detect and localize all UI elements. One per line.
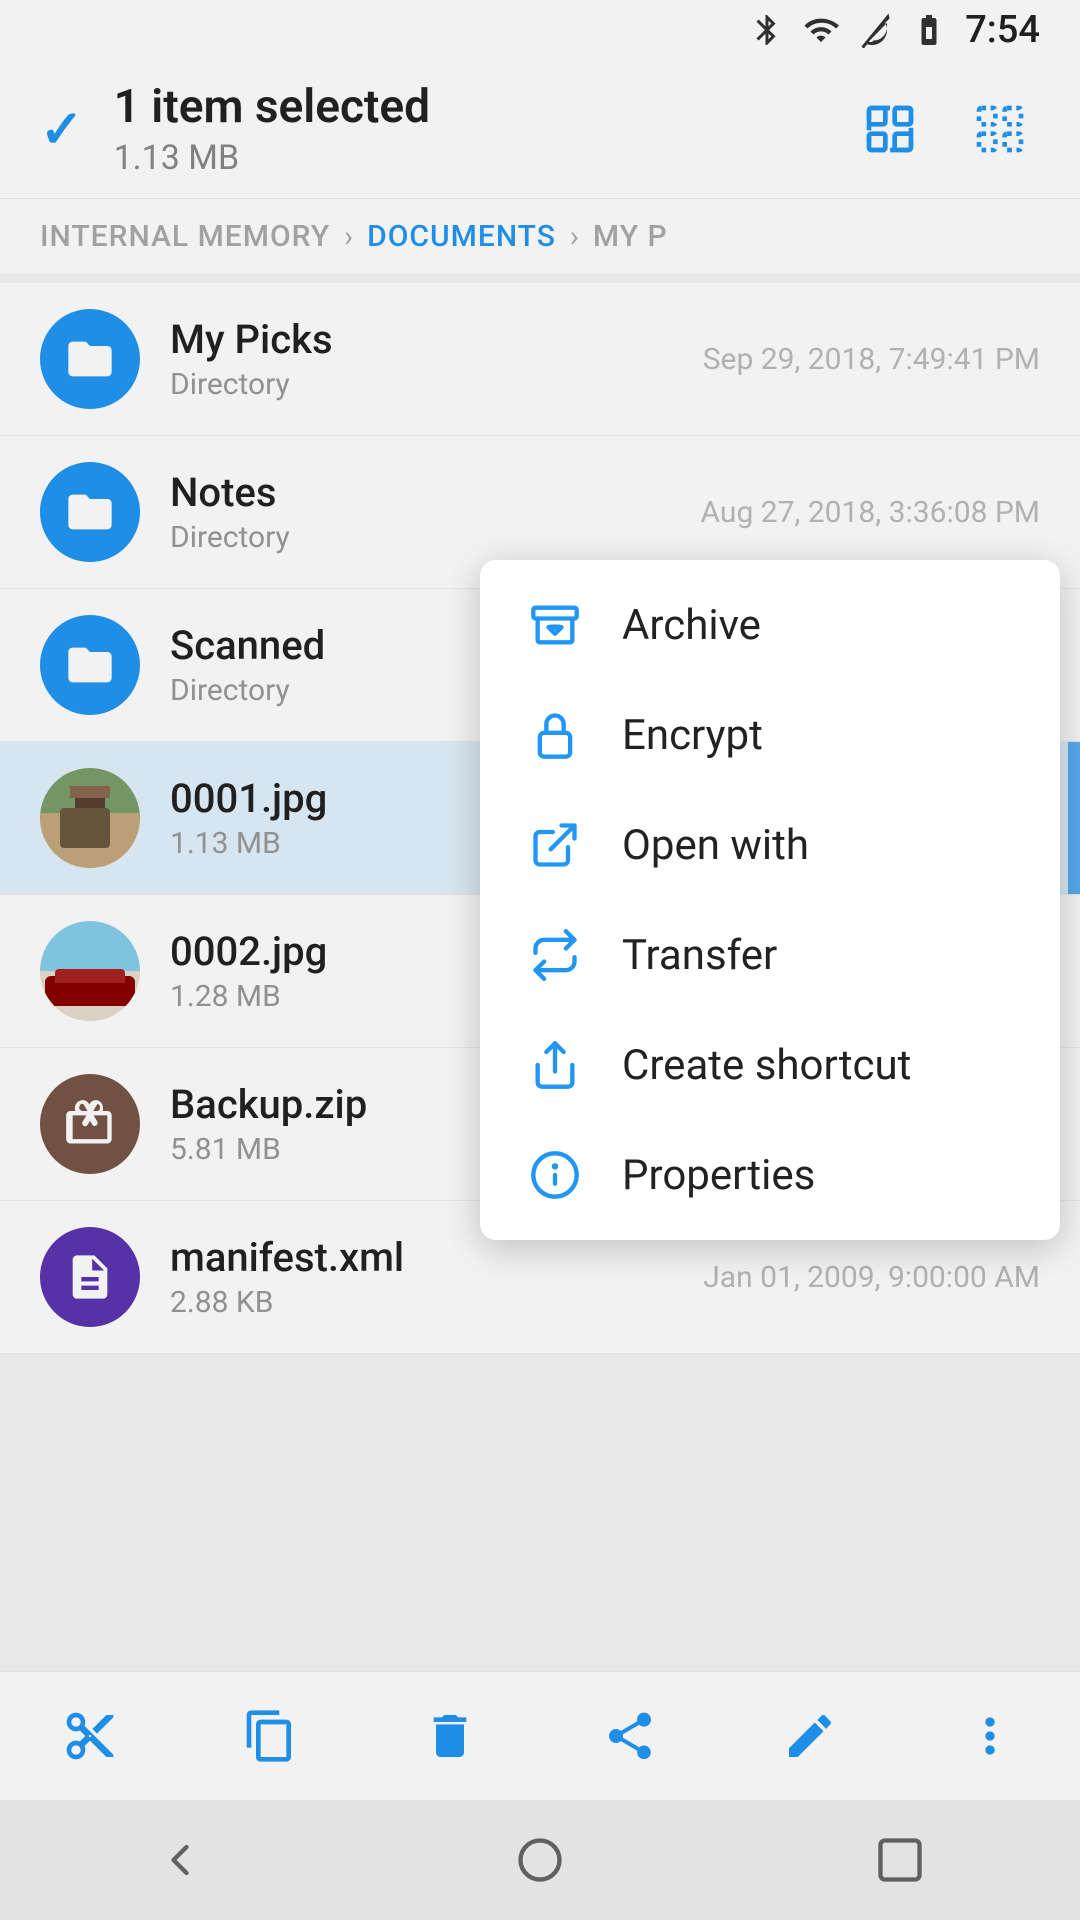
- folder-avatar-scanned: [40, 615, 140, 715]
- wifi-icon: [803, 12, 839, 48]
- file-meta: Directory: [170, 367, 703, 402]
- header-title: 1 item selected: [114, 80, 430, 134]
- header-info: 1 item selected 1.13 MB: [114, 80, 430, 178]
- file-date: Aug 27, 2018, 3:36:08 PM: [701, 495, 1040, 530]
- menu-label-transfer: Transfer: [622, 931, 777, 980]
- cut-button[interactable]: [50, 1696, 130, 1776]
- file-name: My Picks: [170, 316, 703, 363]
- menu-item-archive[interactable]: Archive: [480, 570, 1060, 680]
- file-date: Sep 29, 2018, 7:49:41 PM: [703, 342, 1040, 377]
- menu-label-encrypt: Encrypt: [622, 711, 763, 760]
- header-subtitle: 1.13 MB: [114, 138, 430, 178]
- header-left: ✓ 1 item selected 1.13 MB: [40, 80, 430, 178]
- nav-bar: [0, 1800, 1080, 1920]
- openwith-icon: [528, 818, 582, 872]
- menu-item-properties[interactable]: Properties: [480, 1120, 1060, 1230]
- share-button[interactable]: [590, 1696, 670, 1776]
- header: ✓ 1 item selected 1.13 MB: [0, 60, 1080, 199]
- breadcrumb-internal-memory[interactable]: INTERNAL MEMORY: [40, 219, 330, 254]
- file-info-notes: Notes Directory: [170, 469, 701, 555]
- breadcrumb-arrow-2: ›: [570, 219, 579, 254]
- checkmark-icon: ✓: [40, 99, 84, 160]
- context-menu: Archive Encrypt Open with: [480, 560, 1060, 1240]
- select-all-button[interactable]: [850, 89, 930, 169]
- file-meta: 2.88 KB: [170, 1285, 703, 1320]
- rename-button[interactable]: [770, 1696, 850, 1776]
- status-icons: 7:54: [749, 8, 1040, 52]
- header-actions: [850, 89, 1040, 169]
- bottom-toolbar: [0, 1671, 1080, 1800]
- copy-button[interactable]: [230, 1696, 310, 1776]
- file-meta: Directory: [170, 520, 701, 555]
- menu-item-createshortcut[interactable]: Create shortcut: [480, 1010, 1060, 1120]
- status-time: 7:54: [965, 8, 1040, 52]
- info-icon: [528, 1148, 582, 1202]
- breadcrumb: INTERNAL MEMORY › DOCUMENTS › MY P: [0, 199, 1080, 275]
- menu-label-createshortcut: Create shortcut: [622, 1041, 911, 1090]
- menu-label-archive: Archive: [622, 601, 761, 650]
- recents-button[interactable]: [840, 1820, 960, 1900]
- signal-icon: [857, 12, 893, 48]
- status-bar: 7:54: [0, 0, 1080, 60]
- select-none-button[interactable]: [960, 89, 1040, 169]
- archive-avatar-backup: [40, 1074, 140, 1174]
- file-date: Jan 01, 2009, 9:00:00 AM: [703, 1260, 1040, 1295]
- file-name: Notes: [170, 469, 701, 516]
- breadcrumb-arrow-1: ›: [344, 219, 353, 254]
- file-name: manifest.xml: [170, 1234, 703, 1281]
- archive-icon: [528, 598, 582, 652]
- bluetooth-icon: [749, 12, 785, 48]
- file-thumbnail-0002: [40, 921, 140, 1021]
- list-item[interactable]: My Picks Directory Sep 29, 2018, 7:49:41…: [0, 283, 1080, 436]
- breadcrumb-documents[interactable]: DOCUMENTS: [367, 219, 556, 254]
- shortcut-icon: [528, 1038, 582, 1092]
- file-info-manifest: manifest.xml 2.88 KB: [170, 1234, 703, 1320]
- menu-item-transfer[interactable]: Transfer: [480, 900, 1060, 1010]
- more-button[interactable]: [950, 1696, 1030, 1776]
- lock-icon: [528, 708, 582, 762]
- file-thumbnail-0001: [40, 768, 140, 868]
- menu-label-openwith: Open with: [622, 821, 809, 870]
- transfer-icon: [528, 928, 582, 982]
- folder-avatar-mypicks: [40, 309, 140, 409]
- home-button[interactable]: [480, 1820, 600, 1900]
- document-avatar-manifest: [40, 1227, 140, 1327]
- breadcrumb-myp: MY P: [593, 219, 668, 254]
- menu-label-properties: Properties: [622, 1151, 815, 1200]
- battery-icon: [911, 12, 947, 48]
- folder-avatar-notes: [40, 462, 140, 562]
- file-info-mypicks: My Picks Directory: [170, 316, 703, 402]
- back-button[interactable]: [120, 1820, 240, 1900]
- delete-button[interactable]: [410, 1696, 490, 1776]
- menu-item-encrypt[interactable]: Encrypt: [480, 680, 1060, 790]
- menu-item-openwith[interactable]: Open with: [480, 790, 1060, 900]
